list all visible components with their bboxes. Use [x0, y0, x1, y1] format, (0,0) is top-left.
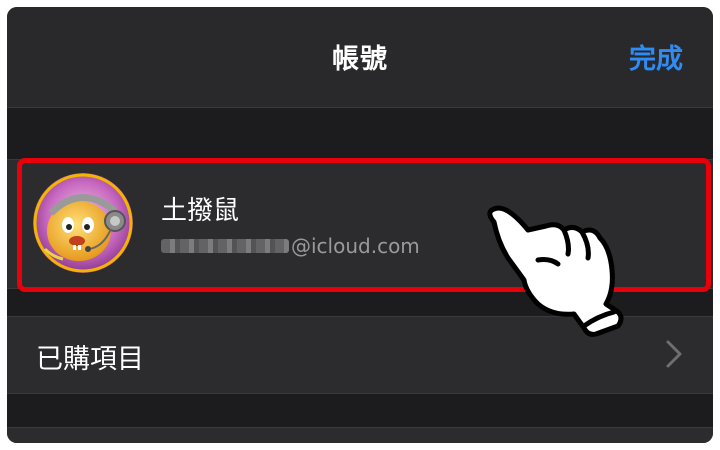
- account-name: 土撥鼠: [161, 196, 240, 226]
- next-row: [7, 427, 713, 443]
- menu-item-label: 已購項目: [36, 344, 144, 375]
- navigation-bar: 帳號 完成: [7, 7, 713, 108]
- chevron-right-icon: [666, 340, 682, 368]
- page-title: 帳號: [332, 44, 388, 75]
- settings-screen: 帳號 完成 土撥鼠 @icloud.com 已購項目: [7, 7, 713, 443]
- email-domain: @icloud.com: [291, 234, 420, 258]
- menu-item-purchased[interactable]: 已購項目: [7, 316, 713, 394]
- done-button[interactable]: 完成: [629, 37, 683, 76]
- redacted-email-user: [161, 239, 289, 253]
- avatar-icon: [33, 173, 133, 273]
- account-row[interactable]: 土撥鼠 @icloud.com: [7, 159, 713, 289]
- account-email: @icloud.com: [161, 234, 420, 258]
